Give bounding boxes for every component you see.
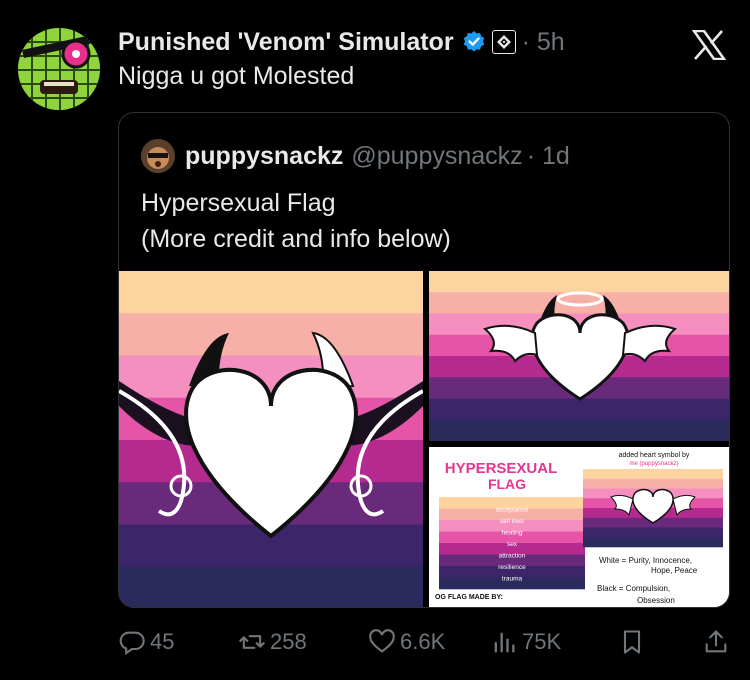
flag-stripe xyxy=(119,313,423,356)
media-image-3-infographic[interactable]: HYPERSEXUAL FLAG acceptance self love heal… xyxy=(429,447,729,607)
flag-stripe xyxy=(429,292,729,314)
infographic-note-2: me (puppysnackz) xyxy=(629,461,678,467)
infographic-credit: OG FLAG MADE BY: xyxy=(435,594,503,601)
quote-header: puppysnackz @puppysnackz · 1d xyxy=(141,139,570,173)
stripe-label: trauma xyxy=(502,576,523,583)
stripe-label: resilience xyxy=(498,564,526,571)
quote-text-line-1: Hypersexual Flag xyxy=(141,189,336,217)
share-button[interactable] xyxy=(702,622,730,662)
x-logo-icon[interactable] xyxy=(691,29,727,61)
flag-stripe xyxy=(119,271,423,314)
author-name[interactable]: Punished 'Venom' Simulator xyxy=(118,28,454,57)
quote-text: Hypersexual Flag (More credit and info b… xyxy=(141,185,451,257)
quoted-tweet[interactable]: puppysnackz @puppysnackz · 1d Hypersexua… xyxy=(118,112,730,608)
tweet-text: Nigga u got Molested xyxy=(118,62,355,90)
heart-icon xyxy=(369,629,395,653)
stripe-label: acceptance xyxy=(495,507,529,514)
flag-stripe xyxy=(429,398,729,421)
white-meaning-1: White = Purity, Innocence, xyxy=(599,556,692,565)
quote-author-avatar[interactable] xyxy=(141,139,175,173)
views-icon xyxy=(494,632,515,653)
infographic-note: added heart symbol by xyxy=(619,452,690,459)
media-grid: HYPERSEXUAL FLAG acceptance self love heal… xyxy=(119,271,729,607)
tweet-actions: 45 258 6.6K 75K xyxy=(118,622,730,662)
bookmark-button[interactable] xyxy=(618,622,646,662)
stripe-label: healing xyxy=(502,530,523,537)
tweet-time[interactable]: · 5h xyxy=(522,28,565,57)
affiliate-badge-icon[interactable] xyxy=(491,30,516,54)
bookmark-icon xyxy=(623,630,641,654)
like-count: 6.6K xyxy=(400,629,446,654)
infographic-title-1: HYPERSEXUAL xyxy=(445,460,558,477)
reply-icon xyxy=(119,631,145,656)
media-image-2[interactable] xyxy=(429,271,729,441)
repost-count: 258 xyxy=(270,629,307,654)
verified-badge-icon[interactable] xyxy=(462,30,486,54)
author-avatar[interactable] xyxy=(18,28,100,110)
media-image-1[interactable] xyxy=(119,271,423,607)
like-button[interactable]: 6.6K xyxy=(368,622,445,662)
reply-button[interactable]: 45 xyxy=(118,622,174,662)
stripe-label: self love xyxy=(500,518,524,525)
stripe-label: attraction xyxy=(499,553,526,560)
repost-button[interactable]: 258 xyxy=(238,622,307,662)
flag-stripe xyxy=(119,566,423,607)
quote-author-handle[interactable]: @puppysnackz xyxy=(351,142,522,171)
flag-stripe xyxy=(429,419,729,441)
flag-stripe xyxy=(429,271,729,293)
white-meaning-2: Hope, Peace xyxy=(651,566,698,575)
black-meaning-2: Obsession xyxy=(637,596,675,605)
tweet-header: Punished 'Venom' Simulator · 5h xyxy=(118,26,565,58)
black-meaning-1: Black = Compulsion, xyxy=(597,584,670,593)
mini-flag-stripe xyxy=(583,469,723,480)
repost-icon xyxy=(239,635,265,649)
mini-flag-stripe xyxy=(583,537,723,548)
reply-count: 45 xyxy=(150,629,175,654)
quote-text-line-2: (More credit and info below) xyxy=(141,225,451,253)
mini-flag-stripe xyxy=(583,527,723,538)
flag-stripe xyxy=(119,355,423,399)
quote-time[interactable]: · 1d xyxy=(527,142,570,171)
views-count: 75K xyxy=(522,629,562,654)
stripe-label: sex xyxy=(507,541,518,548)
infographic-title-2: FLAG xyxy=(488,476,526,492)
mini-flag-stripe xyxy=(583,478,723,489)
views-button[interactable]: 75K xyxy=(490,622,561,662)
quote-author-name[interactable]: puppysnackz xyxy=(185,142,343,171)
share-icon xyxy=(705,630,727,653)
